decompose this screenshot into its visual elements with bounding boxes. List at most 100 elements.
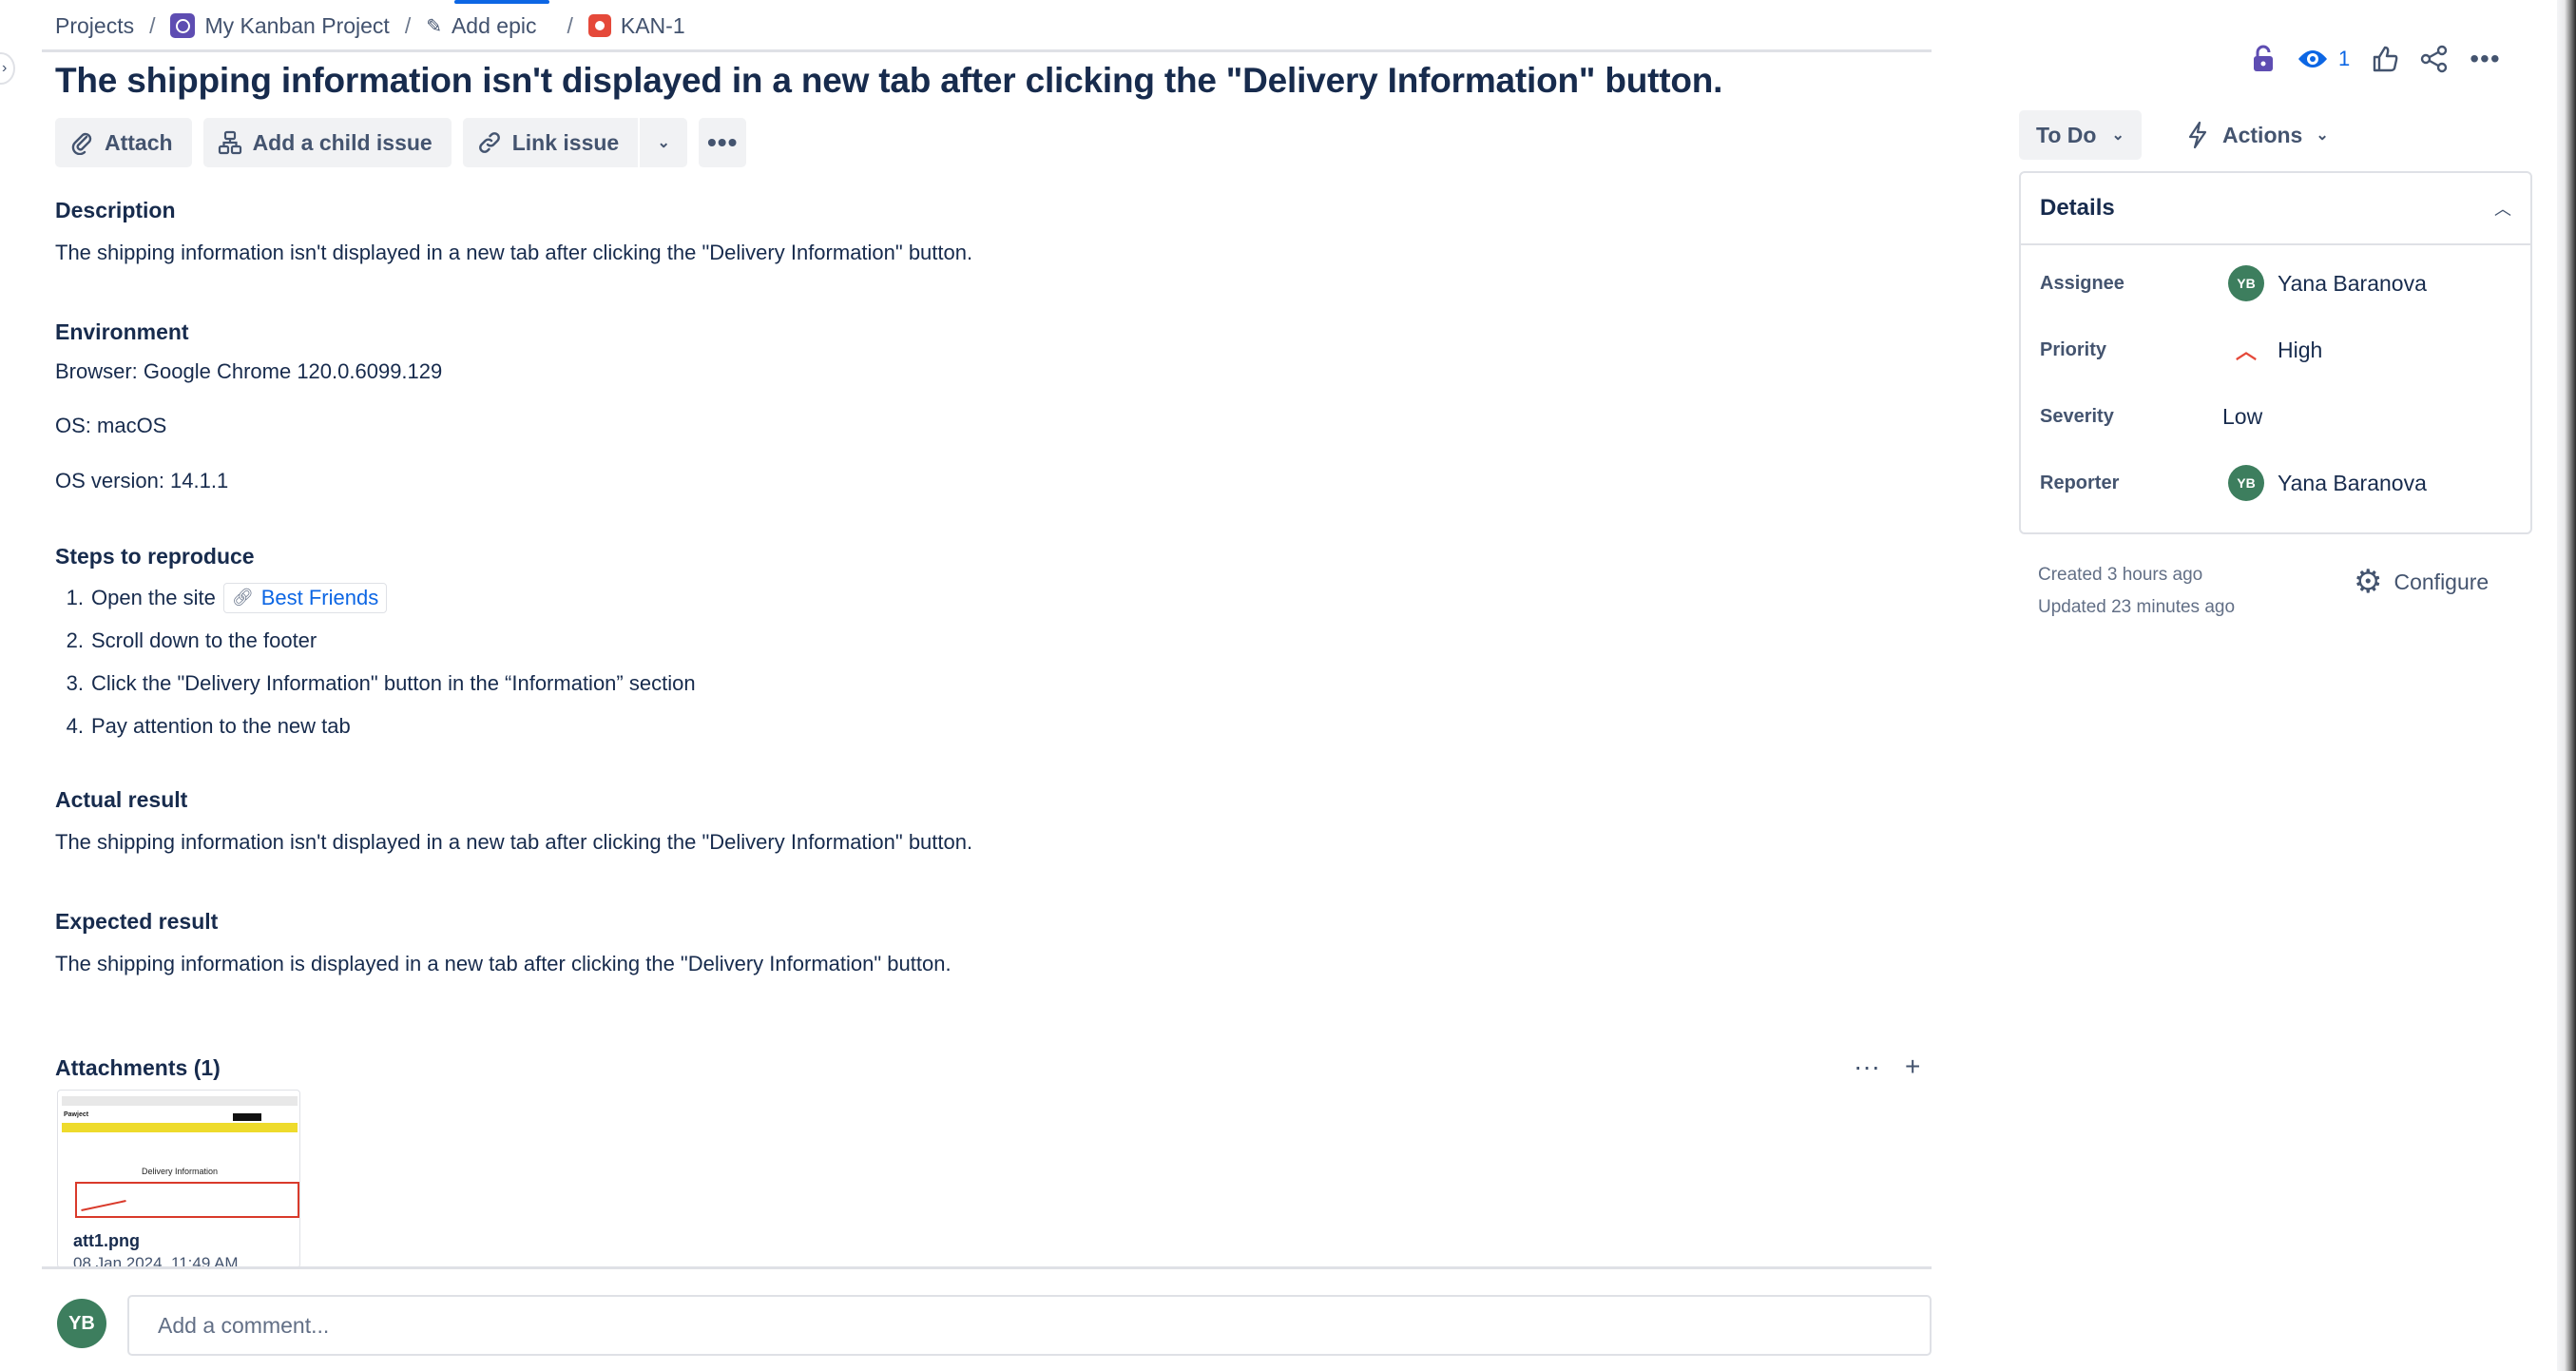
attach-label: Attach xyxy=(105,129,173,155)
description-heading: Description xyxy=(55,198,176,222)
environment-browser[interactable]: Browser: Google Chrome 120.0.6099.129 xyxy=(55,359,442,384)
list-item: 3. Click the "Delivery Information" butt… xyxy=(55,662,696,705)
attachments-heading: Attachments (1) xyxy=(55,1055,221,1080)
chevron-right-icon: › xyxy=(2,60,8,76)
watch-button[interactable]: 1 xyxy=(2297,47,2350,71)
breadcrumb: Projects / My Kanban Project / ✎ Add epi… xyxy=(55,10,685,42)
preview-button xyxy=(233,1113,261,1121)
actual-result-heading: Actual result xyxy=(55,787,188,812)
severity-label: Severity xyxy=(2040,405,2114,427)
priority-row: Priority ︿ High xyxy=(2040,329,2322,371)
link-issue-button[interactable]: Link issue xyxy=(462,118,639,167)
add-child-issue-button[interactable]: Add a child issue xyxy=(202,118,452,167)
environment-heading: Environment xyxy=(55,319,189,344)
expected-result-text[interactable]: The shipping information is displayed in… xyxy=(55,952,952,976)
configure-label: Configure xyxy=(2393,569,2489,594)
priority-high-icon: ︿ xyxy=(2235,339,2257,363)
preview-title: Delivery Information xyxy=(141,1167,219,1176)
chevron-down-icon: ⌄ xyxy=(2111,127,2124,144)
reporter-label: Reporter xyxy=(2040,472,2120,493)
step-text: Pay attention to the new tab xyxy=(91,713,351,738)
step-number: 2. xyxy=(66,628,84,652)
issue-title[interactable]: The shipping information isn't displayed… xyxy=(55,57,1918,105)
best-friends-link[interactable]: 🔗︎ Best Friends xyxy=(222,582,388,613)
description-text[interactable]: The shipping information isn't displayed… xyxy=(55,241,972,265)
severity-field[interactable]: Low xyxy=(2222,404,2262,430)
actions-label: Actions xyxy=(2222,122,2303,147)
preview-highlight xyxy=(75,1182,299,1218)
link-icon xyxy=(476,129,503,156)
breadcrumb-project[interactable]: My Kanban Project xyxy=(170,12,390,39)
priority-value: High xyxy=(2278,337,2323,362)
epic-indicator xyxy=(454,0,549,4)
breadcrumb-projects[interactable]: Projects xyxy=(55,13,134,39)
step-number: 3. xyxy=(66,670,84,695)
vote-button[interactable] xyxy=(2371,45,2399,73)
priority-label: Priority xyxy=(2040,338,2107,360)
list-item: 4. Pay attention to the new tab xyxy=(55,705,696,747)
configure-button[interactable]: ⚙ Configure xyxy=(2354,563,2489,601)
link-icon: 🔗︎ xyxy=(231,588,254,607)
thumbs-up-icon xyxy=(2374,46,2398,72)
add-attachment-button[interactable]: + xyxy=(1905,1052,1920,1082)
gear-icon: ⚙ xyxy=(2354,564,2383,600)
actual-result-text[interactable]: The shipping information isn't displayed… xyxy=(55,830,972,855)
breadcrumb-epic-label: Add epic xyxy=(451,12,537,38)
expand-sidebar-button[interactable]: › xyxy=(0,52,15,85)
restrictions-button[interactable] xyxy=(2251,44,2276,74)
reporter-field[interactable]: YB Yana Baranova xyxy=(2228,465,2427,501)
step-text: Open the site xyxy=(91,585,216,609)
breadcrumb-add-epic[interactable]: ✎ Add epic xyxy=(426,13,536,39)
status-dropdown[interactable]: To Do ⌄ xyxy=(2019,110,2142,160)
expected-result-heading: Expected result xyxy=(55,909,219,934)
avatar: YB xyxy=(57,1299,106,1348)
step-text: Click the "Delivery Information" button … xyxy=(91,670,696,695)
reporter-row: Reporter YB Yana Baranova xyxy=(2040,462,2427,504)
bug-icon xyxy=(587,14,611,37)
attachments-actions: ··· + xyxy=(1854,1052,1920,1082)
link-issue-dropdown[interactable]: ⌄ xyxy=(640,118,688,167)
avatar: YB xyxy=(2228,265,2264,301)
attach-button[interactable]: Attach xyxy=(55,118,192,167)
environment-os-version[interactable]: OS version: 14.1.1 xyxy=(55,469,228,493)
actions-dropdown[interactable]: Actions ⌄ xyxy=(2171,110,2344,160)
breadcrumb-issue[interactable]: KAN-1 xyxy=(587,13,685,39)
details-title: Details xyxy=(2040,195,2115,221)
list-item: 2. Scroll down to the footer xyxy=(55,619,696,662)
project-icon xyxy=(170,13,196,38)
chevron-up-icon[interactable]: ︿ xyxy=(2494,196,2511,221)
reporter-value: Yana Baranova xyxy=(2278,470,2427,495)
assignee-value: Yana Baranova xyxy=(2278,270,2427,296)
link-issue-label: Link issue xyxy=(511,129,620,155)
priority-field[interactable]: ︿ High xyxy=(2228,335,2322,365)
chevron-down-icon: ⌄ xyxy=(2316,127,2329,144)
comment-input[interactable]: Add a comment... xyxy=(127,1295,1932,1356)
breadcrumb-separator: / xyxy=(567,12,573,38)
steps-heading: Steps to reproduce xyxy=(55,544,255,569)
environment-os[interactable]: OS: macOS xyxy=(55,414,166,438)
preview-browser-bar xyxy=(62,1096,298,1106)
breadcrumb-project-label: My Kanban Project xyxy=(204,12,390,38)
assignee-field[interactable]: YB Yana Baranova xyxy=(2228,265,2427,301)
preview-nav-bar xyxy=(62,1123,298,1132)
share-button[interactable] xyxy=(2420,45,2449,73)
link-issue-group: Link issue ⌄ xyxy=(462,118,688,167)
lightning-icon xyxy=(2188,121,2207,149)
pencil-icon: ✎ xyxy=(426,15,442,37)
more-options-button[interactable]: ••• xyxy=(2470,44,2500,74)
attachment-card[interactable]: Pawject Delivery Information att1.png 08… xyxy=(57,1090,300,1268)
share-icon xyxy=(2421,45,2448,73)
attachment-filename: att1.png xyxy=(73,1231,140,1250)
step-number: 4. xyxy=(66,713,84,738)
link-label: Best Friends xyxy=(260,585,379,609)
details-header[interactable]: Details ︿ xyxy=(2021,173,2530,245)
hierarchy-icon xyxy=(217,129,243,156)
more-actions-button[interactable]: ••• xyxy=(699,118,747,167)
attachments-more-button[interactable]: ··· xyxy=(1854,1052,1880,1082)
step-text: Scroll down to the footer xyxy=(91,628,317,652)
created-time: Created 3 hours ago xyxy=(2038,565,2203,585)
severity-row: Severity Low xyxy=(2040,396,2262,437)
divider xyxy=(42,1266,1932,1269)
issue-header-actions: 1 ••• xyxy=(2251,44,2501,74)
paperclip-icon xyxy=(68,129,95,156)
